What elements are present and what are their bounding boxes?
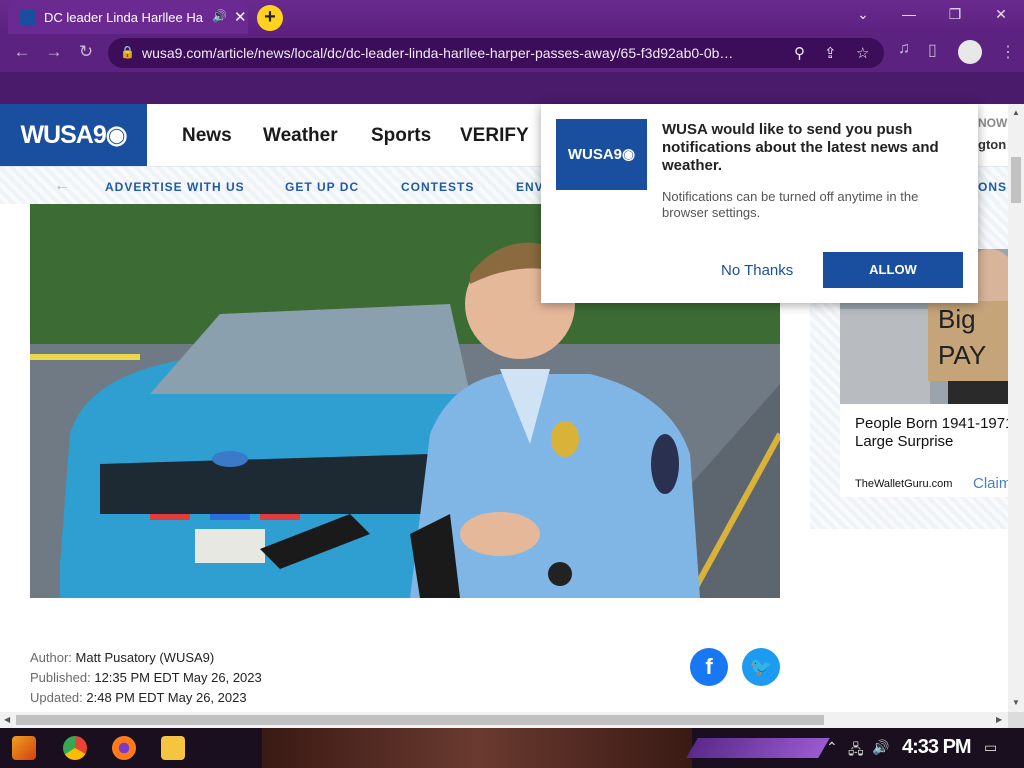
close-tab-icon[interactable]: ✕: [234, 8, 247, 26]
tray-expand-icon[interactable]: ⌃: [826, 739, 838, 756]
tab-strip: DC leader Linda Harllee Ha 🔊 ✕ + ⌄ — ❐ ✕: [0, 0, 1024, 34]
scroll-down-icon[interactable]: ▼: [1012, 698, 1020, 707]
facebook-icon[interactable]: f: [690, 648, 728, 686]
twitter-icon[interactable]: 🐦: [742, 648, 780, 686]
published-date: 12:35 PM EDT May 26, 2023: [94, 670, 262, 685]
volume-icon[interactable]: 🔊: [872, 739, 889, 756]
folder-icon[interactable]: [161, 736, 185, 760]
maximize-button[interactable]: ❐: [940, 6, 970, 23]
media-control-icon[interactable]: ♫: [898, 40, 910, 58]
ad-cta-button[interactable]: Claim: [973, 475, 1008, 492]
published-label: Published:: [30, 670, 91, 685]
scroll-up-icon[interactable]: ▲: [1012, 108, 1020, 117]
tab-title: DC leader Linda Harllee Ha: [44, 10, 203, 25]
firefox-icon[interactable]: [112, 736, 136, 760]
star-icon[interactable]: ☆: [856, 44, 869, 62]
reload-icon[interactable]: ↻: [74, 42, 98, 62]
nav-verify[interactable]: VERIFY: [460, 125, 529, 147]
subnav-contests[interactable]: CONTESTS: [401, 180, 474, 194]
taskbar-wallpaper: [262, 728, 692, 768]
subnav-right-item[interactable]: ONS: [978, 180, 1007, 194]
tab-search-icon[interactable]: ⌄: [848, 6, 878, 23]
ad-headline[interactable]: People Born 1941-1971 Large Surprise: [855, 415, 1008, 451]
header-right-location: gton: [978, 137, 1007, 152]
nav-weather[interactable]: Weather: [263, 125, 338, 147]
nav-news[interactable]: News: [182, 125, 232, 147]
browser-tab[interactable]: DC leader Linda Harllee Ha 🔊 ✕: [8, 2, 248, 34]
notifications-icon[interactable]: ▭: [984, 739, 997, 756]
clock[interactable]: 4:33 PM: [902, 736, 972, 759]
back-icon[interactable]: ←: [10, 42, 34, 62]
url-text: wusa9.com/article/news/local/dc/dc-leade…: [142, 45, 734, 61]
speaker-icon[interactable]: 🔊: [212, 9, 227, 23]
profile-avatar[interactable]: [958, 40, 982, 64]
vertical-scrollbar[interactable]: ▲ ▼: [1008, 104, 1024, 712]
article-meta: Author: Matt Pusatory (WUSA9) Published:…: [30, 650, 262, 710]
network-icon[interactable]: 🖧: [848, 739, 864, 763]
author-label: Author:: [30, 650, 72, 665]
address-bar[interactable]: 🔒 wusa9.com/article/news/local/dc/dc-lea…: [108, 38, 884, 68]
header-right-label: NOW: [978, 116, 1008, 130]
browser-toolbar: ← → ↻ 🔒 wusa9.com/article/news/local/dc/…: [0, 34, 1024, 72]
allow-button[interactable]: ALLOW: [823, 252, 963, 288]
menu-icon[interactable]: ⋮: [1000, 42, 1016, 62]
author-name[interactable]: Matt Pusatory (WUSA9): [76, 650, 215, 665]
notification-title: WUSA would like to send you push notific…: [662, 121, 939, 174]
minimize-button[interactable]: —: [894, 6, 924, 22]
horizontal-scroll-thumb[interactable]: [16, 715, 824, 725]
ad-source[interactable]: TheWalletGuru.com: [855, 478, 952, 490]
subnav-env[interactable]: ENV: [516, 180, 544, 194]
taskbar-decoration: [686, 738, 830, 758]
site-logo[interactable]: WUSA9◉: [0, 104, 147, 166]
lock-icon[interactable]: 🔒: [120, 45, 135, 59]
updated-label: Updated:: [30, 690, 83, 705]
scroll-left-icon[interactable]: ◀: [4, 715, 10, 724]
notification-prompt: WUSA9◉ WUSA would like to send you push …: [541, 104, 978, 303]
forward-icon[interactable]: →: [42, 42, 66, 62]
horizontal-scrollbar[interactable]: ◀ ▶: [0, 712, 1008, 728]
share-icon[interactable]: ⇪: [824, 44, 837, 62]
close-window-button[interactable]: ✕: [986, 6, 1016, 23]
nav-sports[interactable]: Sports: [371, 125, 431, 147]
scroll-right-icon[interactable]: ▶: [996, 715, 1002, 724]
side-panel-icon[interactable]: ▯: [928, 40, 937, 60]
page-top-band: [0, 72, 1024, 104]
start-button[interactable]: [12, 736, 36, 760]
subnav-get-up-dc[interactable]: GET UP DC: [285, 180, 359, 194]
new-tab-button[interactable]: +: [257, 5, 283, 31]
favicon-icon: [20, 10, 36, 26]
scrollbar-corner: [1008, 712, 1024, 728]
subnav-advertise[interactable]: ADVERTISE WITH US: [105, 180, 245, 194]
taskbar: ⌃ 🖧 🔊 4:33 PM ▭: [0, 728, 1024, 768]
chrome-icon[interactable]: [63, 736, 87, 760]
search-icon[interactable]: ⚲: [794, 44, 805, 62]
notification-logo: WUSA9◉: [556, 119, 647, 190]
vertical-scroll-thumb[interactable]: [1011, 157, 1021, 203]
no-thanks-button[interactable]: No Thanks: [721, 262, 793, 279]
subnav-prev-icon[interactable]: ←: [54, 177, 70, 195]
ad-sign: Big PAY: [928, 301, 1008, 381]
notification-subtitle: Notifications can be turned off anytime …: [662, 189, 919, 220]
updated-date: 2:48 PM EDT May 26, 2023: [86, 690, 247, 705]
